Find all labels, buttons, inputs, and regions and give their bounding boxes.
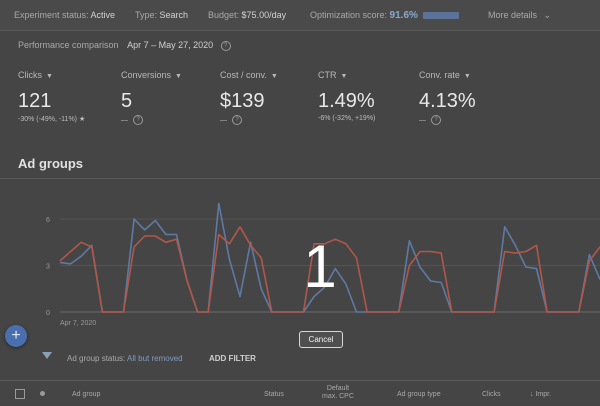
caret-down-icon: ▼ — [463, 73, 471, 80]
metric-value: $139 — [220, 90, 265, 112]
x-axis-start-label: Apr 7, 2020 — [60, 320, 96, 327]
metric-selector-conv-rate[interactable]: Conv. rate ▼ — [419, 70, 519, 80]
select-all-checkbox[interactable] — [15, 389, 25, 399]
help-icon[interactable]: ? — [431, 115, 441, 125]
metric-delta: -30% (-49%, -11%) ★ — [18, 116, 86, 123]
column-header-status[interactable]: Status — [264, 391, 284, 399]
type-value: Search — [159, 10, 189, 20]
chevron-down-icon: ⌄ — [543, 10, 552, 20]
more-details-button[interactable]: More details ⌄ — [488, 10, 551, 21]
metric-clicks: Clicks ▼ 121 -30% (-49%, -11%) ★ — [18, 70, 118, 123]
column-header-default-cpc-line2: max. CPC — [322, 393, 354, 400]
metric-delta: —? — [121, 115, 221, 125]
y-tick-label: 0 — [46, 310, 50, 317]
filter-bar: Ad group status: All but removed ADD FIL… — [0, 345, 600, 371]
plus-icon: + — [11, 327, 21, 344]
budget: Budget: $75.00/day — [208, 10, 286, 20]
date-range[interactable]: Apr 7 – May 27, 2020 — [127, 40, 213, 50]
help-icon[interactable]: ? — [232, 115, 242, 125]
metric-value: 5 — [121, 90, 133, 112]
add-fab-button[interactable]: + — [5, 325, 27, 347]
more-details-label: More details — [488, 10, 538, 20]
metric-ctr: CTR ▼ 1.49% -6% (-32%, +19%) — [318, 70, 418, 122]
metric-value: 4.13% — [419, 90, 476, 112]
metric-delta: -6% (-32%, +19%) — [318, 115, 376, 122]
metric-name: Cost / conv. — [220, 70, 267, 80]
campaign-type: Type: Search — [135, 10, 188, 20]
metric-name: CTR — [318, 70, 337, 80]
table-header: Ad group Status Default max. CPC Ad grou… — [0, 380, 600, 406]
sort-down-icon: ↓ — [530, 391, 534, 398]
experiment-status-bar: Experiment status: Active Type: Search B… — [0, 0, 600, 31]
caret-down-icon: ▼ — [175, 73, 182, 80]
caret-down-icon: ▼ — [270, 73, 278, 80]
metric-delta: —? — [220, 115, 320, 125]
experiment-status-label: Experiment status: — [14, 10, 89, 20]
metric-cost-per-conv: Cost / conv. ▼ $139 —? — [220, 70, 320, 125]
metric-name: Conversions — [121, 70, 172, 80]
metric-selector-conversions[interactable]: Conversions ▼ — [121, 70, 221, 80]
experiment-status: Experiment status: Active — [14, 10, 115, 20]
experiment-page: Experiment status: Active Type: Search B… — [0, 0, 600, 405]
metric-selector-ctr[interactable]: CTR ▼ — [318, 70, 418, 80]
performance-comparison-label: Performance comparison — [18, 40, 119, 50]
metric-conv-rate: Conv. rate ▼ 4.13% —? — [419, 70, 519, 125]
column-header-clicks[interactable]: Clicks — [482, 391, 501, 399]
metric-selector-cost-per-conv[interactable]: Cost / conv. ▼ — [220, 70, 320, 80]
section-title: Ad groups — [18, 156, 83, 171]
budget-value: $75.00/day — [241, 10, 287, 20]
type-label: Type: — [135, 10, 158, 20]
help-icon[interactable]: ? — [220, 40, 231, 51]
experiment-status-value: Active — [90, 10, 116, 20]
column-header-impr-label: Impr. — [535, 391, 552, 398]
caret-down-icon: ▼ — [340, 73, 348, 80]
metric-selector-clicks[interactable]: Clicks ▼ — [18, 70, 118, 80]
cancel-button[interactable]: Cancel — [299, 331, 343, 348]
metric-value: 121 — [18, 90, 52, 112]
status-dot-icon — [40, 391, 45, 396]
budget-label: Budget: — [208, 10, 240, 20]
column-header-ad-group-type[interactable]: Ad group type — [397, 391, 441, 399]
metric-delta-text: — — [220, 116, 227, 124]
add-filter-button[interactable]: ADD FILTER — [209, 354, 256, 363]
countdown-number: 1 — [303, 233, 337, 300]
filter-status-value: All but removed — [127, 354, 183, 363]
optimization-score-bar — [423, 12, 460, 20]
optimization-score-label: Optimization score: — [310, 10, 388, 20]
column-header-ad-group[interactable]: Ad group — [72, 391, 100, 399]
metric-value: 1.49% — [318, 90, 375, 112]
help-icon[interactable]: ? — [133, 115, 143, 125]
ad-group-status-filter[interactable]: Ad group status: All but removed — [67, 354, 183, 363]
metric-delta-text: — — [121, 116, 128, 124]
y-tick-label: 3 — [46, 264, 50, 271]
metric-conversions: Conversions ▼ 5 —? — [121, 70, 221, 125]
optimization-score[interactable]: Optimization score: 91.6% — [310, 10, 460, 21]
column-header-default-cpc-line1: Default — [326, 385, 350, 392]
optimization-score-value: 91.6% — [389, 10, 418, 21]
column-header-impr[interactable]: ↓ Impr. — [530, 391, 551, 399]
performance-comparison: Performance comparison Apr 7 – May 27, 2… — [18, 40, 231, 51]
caret-down-icon: ▼ — [46, 73, 53, 80]
filter-status-label: Ad group status: — [67, 354, 126, 363]
metric-delta-text: — — [419, 116, 426, 124]
y-tick-label: 6 — [46, 217, 50, 224]
metric-name: Conv. rate — [419, 70, 460, 80]
metric-name: Clicks — [18, 70, 42, 80]
metric-delta: —? — [419, 115, 519, 125]
column-header-default-cpc[interactable]: Default max. CPC — [322, 385, 354, 401]
filter-icon[interactable] — [42, 352, 52, 359]
